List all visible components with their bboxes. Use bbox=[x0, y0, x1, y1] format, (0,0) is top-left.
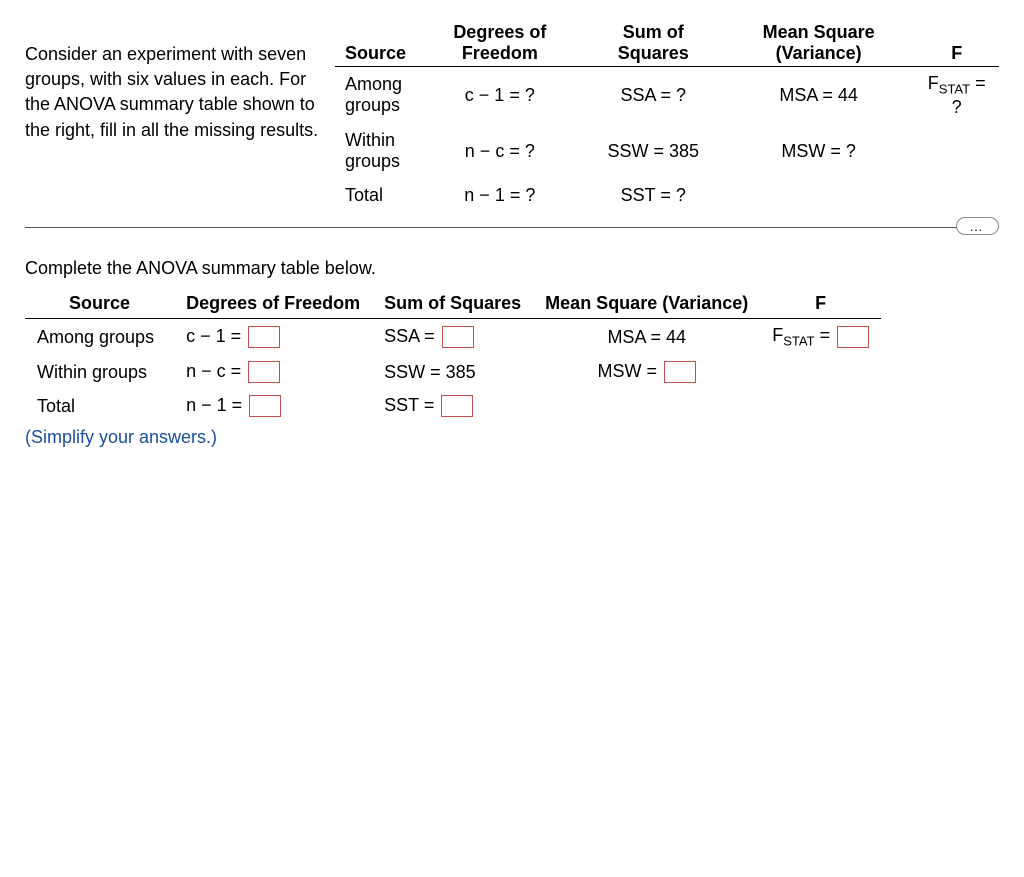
acell-total-src: Total bbox=[25, 389, 174, 423]
input-df-among[interactable] bbox=[248, 326, 280, 348]
acell-among-ms: MSA = 44 bbox=[533, 319, 760, 355]
acell-total-df: n − 1 = bbox=[174, 389, 372, 423]
input-ssa[interactable] bbox=[442, 326, 474, 348]
ams-within-label: MSW = bbox=[597, 361, 657, 381]
acell-among-f: FSTAT = bbox=[760, 319, 881, 355]
afstat-sub: STAT bbox=[783, 334, 814, 349]
acell-within-src: Within groups bbox=[25, 355, 174, 389]
adf-among-label: c − 1 = bbox=[186, 326, 241, 346]
cell-among-src: Amonggroups bbox=[335, 67, 416, 124]
afstat-f: F bbox=[772, 325, 783, 345]
cell-total-src: Total bbox=[335, 179, 416, 213]
cell-within-df: n − c = ? bbox=[416, 124, 584, 179]
acell-among-src: Among groups bbox=[25, 319, 174, 355]
anova-answer-table: Source Degrees of Freedom Sum of Squares… bbox=[25, 291, 881, 423]
cell-within-ss: SSW = 385 bbox=[584, 124, 723, 179]
input-msw[interactable] bbox=[664, 361, 696, 383]
arow-within: Within groups n − c = SSW = 385 MSW = bbox=[25, 355, 881, 389]
th-ss: Sum of Squares bbox=[584, 20, 723, 67]
fstat-f: F bbox=[928, 73, 939, 93]
fstat-sub: STAT bbox=[939, 82, 970, 97]
more-button[interactable]: … bbox=[956, 217, 999, 235]
cell-among-ms: MSA = 44 bbox=[723, 67, 915, 124]
cell-among-ss: SSA = ? bbox=[584, 67, 723, 124]
adf-within-label: n − c = bbox=[186, 361, 241, 381]
input-sst[interactable] bbox=[441, 395, 473, 417]
cell-total-ss: SST = ? bbox=[584, 179, 723, 213]
acell-within-ss: SSW = 385 bbox=[372, 355, 533, 389]
acell-total-ss: SST = bbox=[372, 389, 533, 423]
th-source: Source bbox=[335, 20, 416, 67]
anova-table-given: Source Degrees of Freedom Sum of Squares… bbox=[335, 20, 999, 212]
th-df: Degrees of Freedom bbox=[416, 20, 584, 67]
ath-df: Degrees of Freedom bbox=[174, 291, 372, 319]
divider-section: … bbox=[25, 227, 999, 228]
ath-ss: Sum of Squares bbox=[372, 291, 533, 319]
acell-among-df: c − 1 = bbox=[174, 319, 372, 355]
ath-ms: Mean Square (Variance) bbox=[533, 291, 760, 319]
input-fstat[interactable] bbox=[837, 326, 869, 348]
arow-total: Total n − 1 = SST = bbox=[25, 389, 881, 423]
problem-statement: Consider an experiment with seven groups… bbox=[25, 20, 325, 212]
acell-among-ss: SSA = bbox=[372, 319, 533, 355]
row-among: Amonggroups c − 1 = ? SSA = ? MSA = 44 F… bbox=[335, 67, 999, 124]
input-df-within[interactable] bbox=[248, 361, 280, 383]
cell-within-ms: MSW = ? bbox=[723, 124, 915, 179]
cell-among-df: c − 1 = ? bbox=[416, 67, 584, 124]
problem-top-section: Consider an experiment with seven groups… bbox=[25, 20, 999, 212]
cell-among-f: FSTAT = ? bbox=[914, 67, 999, 124]
adf-total-label: n − 1 = bbox=[186, 395, 242, 415]
afstat-suffix: = bbox=[815, 325, 831, 345]
ath-source: Source bbox=[25, 291, 174, 319]
row-within: Withingroups n − c = ? SSW = 385 MSW = ? bbox=[335, 124, 999, 179]
simplify-note: (Simplify your answers.) bbox=[25, 427, 999, 448]
input-df-total[interactable] bbox=[249, 395, 281, 417]
row-total: Total n − 1 = ? SST = ? bbox=[335, 179, 999, 213]
ath-f: F bbox=[760, 291, 881, 319]
cell-total-df: n − 1 = ? bbox=[416, 179, 584, 213]
ass-total-label: SST = bbox=[384, 395, 434, 415]
arow-among: Among groups c − 1 = SSA = MSA = 44 FSTA… bbox=[25, 319, 881, 355]
instruction-text: Complete the ANOVA summary table below. bbox=[25, 258, 999, 279]
acell-within-df: n − c = bbox=[174, 355, 372, 389]
ass-among-label: SSA = bbox=[384, 326, 435, 346]
section-divider bbox=[25, 227, 999, 228]
th-f: F bbox=[914, 20, 999, 67]
cell-within-src: Withingroups bbox=[335, 124, 416, 179]
th-ms: Mean Square (Variance) bbox=[723, 20, 915, 67]
acell-within-ms: MSW = bbox=[533, 355, 760, 389]
